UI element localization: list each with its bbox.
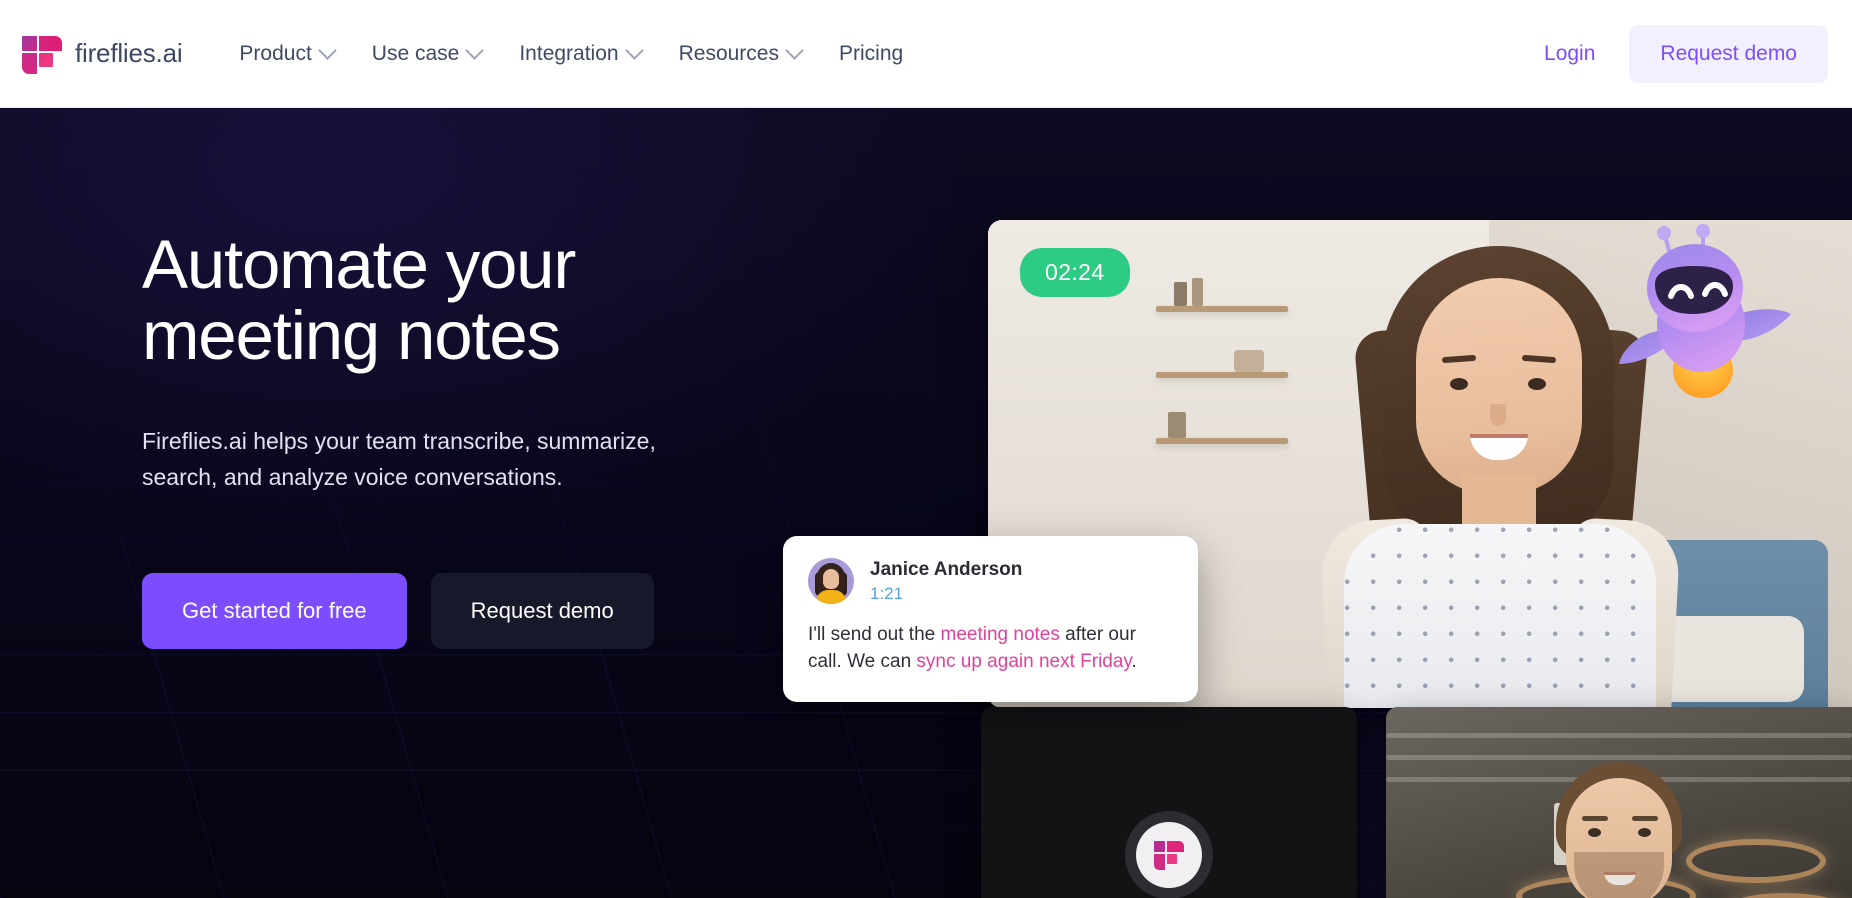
shelf-object — [1192, 278, 1203, 306]
video-tile-notetaker[interactable]: Fireflies.ai Notetaker — [981, 707, 1357, 898]
message-timestamp[interactable]: 1:21 — [870, 584, 1022, 604]
hero-title-line-2: meeting notes — [142, 297, 561, 375]
nav-item-product[interactable]: Product — [239, 36, 337, 72]
meeting-timer-badge: 02:24 — [1020, 248, 1130, 297]
chevron-down-icon — [785, 41, 804, 60]
request-demo-button[interactable]: Request demo — [1629, 24, 1828, 83]
shelf-object — [1168, 412, 1186, 438]
nav-item-label: Resources — [678, 41, 779, 65]
shelf-decoration — [1156, 438, 1288, 444]
brand-logo-link[interactable]: fireflies.ai — [22, 34, 183, 74]
avatar — [808, 558, 854, 604]
shelf-object — [1234, 350, 1264, 372]
nav-item-use-case[interactable]: Use case — [371, 36, 485, 72]
video-tile-participant-man[interactable] — [1386, 707, 1852, 898]
message-author: Janice Anderson — [870, 558, 1023, 580]
shelf-object — [1174, 282, 1187, 306]
nav-item-label: Pricing — [838, 41, 904, 65]
hero-subtitle-line-2: search, and analyze voice conversations. — [142, 464, 563, 491]
nav-item-label: Use case — [371, 41, 460, 65]
message-text: I'll send out the meeting notes after ou… — [808, 622, 1173, 676]
hero-subtitle-line-1: Fireflies.ai helps your team transcribe,… — [142, 428, 656, 455]
hero-section: Automate your meeting notes Fireflies.ai… — [0, 108, 1852, 898]
chevron-down-icon — [624, 41, 644, 60]
hero-subtitle: Fireflies.ai helps your team transcribe,… — [142, 423, 782, 496]
shelf-decoration — [1156, 306, 1288, 312]
chevron-down-icon — [318, 41, 337, 60]
hero-title-line-1: Automate your — [142, 226, 576, 303]
video-participant-man — [1504, 756, 1754, 898]
fireflies-logo-icon — [1154, 840, 1184, 870]
login-link[interactable]: Login — [1544, 42, 1595, 66]
nav-item-label: Product — [239, 41, 312, 65]
transcript-message-card[interactable]: Janice Anderson 1:21 I'll send out the m… — [783, 536, 1198, 702]
fireflies-logo-icon — [22, 34, 62, 74]
message-highlight-meeting-notes[interactable]: meeting notes — [941, 624, 1060, 645]
nav-item-label: Integration — [519, 41, 619, 65]
nav-actions: Login Request demo — [1544, 24, 1828, 83]
shelf-decoration — [1156, 372, 1288, 378]
top-navigation-bar: fireflies.ai Product Use case Integratio… — [0, 0, 1852, 108]
brand-name: fireflies.ai — [75, 38, 183, 68]
primary-nav: Product Use case Integration Resources P… — [239, 36, 903, 72]
message-text-part-1: I'll send out the — [808, 624, 941, 645]
message-text-part-3: . — [1131, 650, 1137, 672]
notetaker-avatar-ring — [1125, 811, 1213, 898]
message-highlight-sync-up[interactable]: sync up again next Friday — [916, 651, 1131, 672]
page-title: Automate your meeting notes — [142, 229, 822, 371]
nav-item-resources[interactable]: Resources — [678, 36, 804, 72]
nav-item-integration[interactable]: Integration — [519, 36, 644, 72]
message-header: Janice Anderson 1:21 — [808, 558, 1173, 604]
notetaker-avatar — [1136, 822, 1202, 888]
nav-item-pricing[interactable]: Pricing — [839, 36, 903, 72]
message-meta: Janice Anderson 1:21 — [870, 559, 1022, 604]
get-started-free-button[interactable]: Get started for free — [142, 572, 407, 649]
chevron-down-icon — [465, 41, 485, 60]
fireflies-robot-mascot-icon — [1615, 212, 1795, 402]
hero-request-demo-button[interactable]: Request demo — [430, 572, 654, 649]
